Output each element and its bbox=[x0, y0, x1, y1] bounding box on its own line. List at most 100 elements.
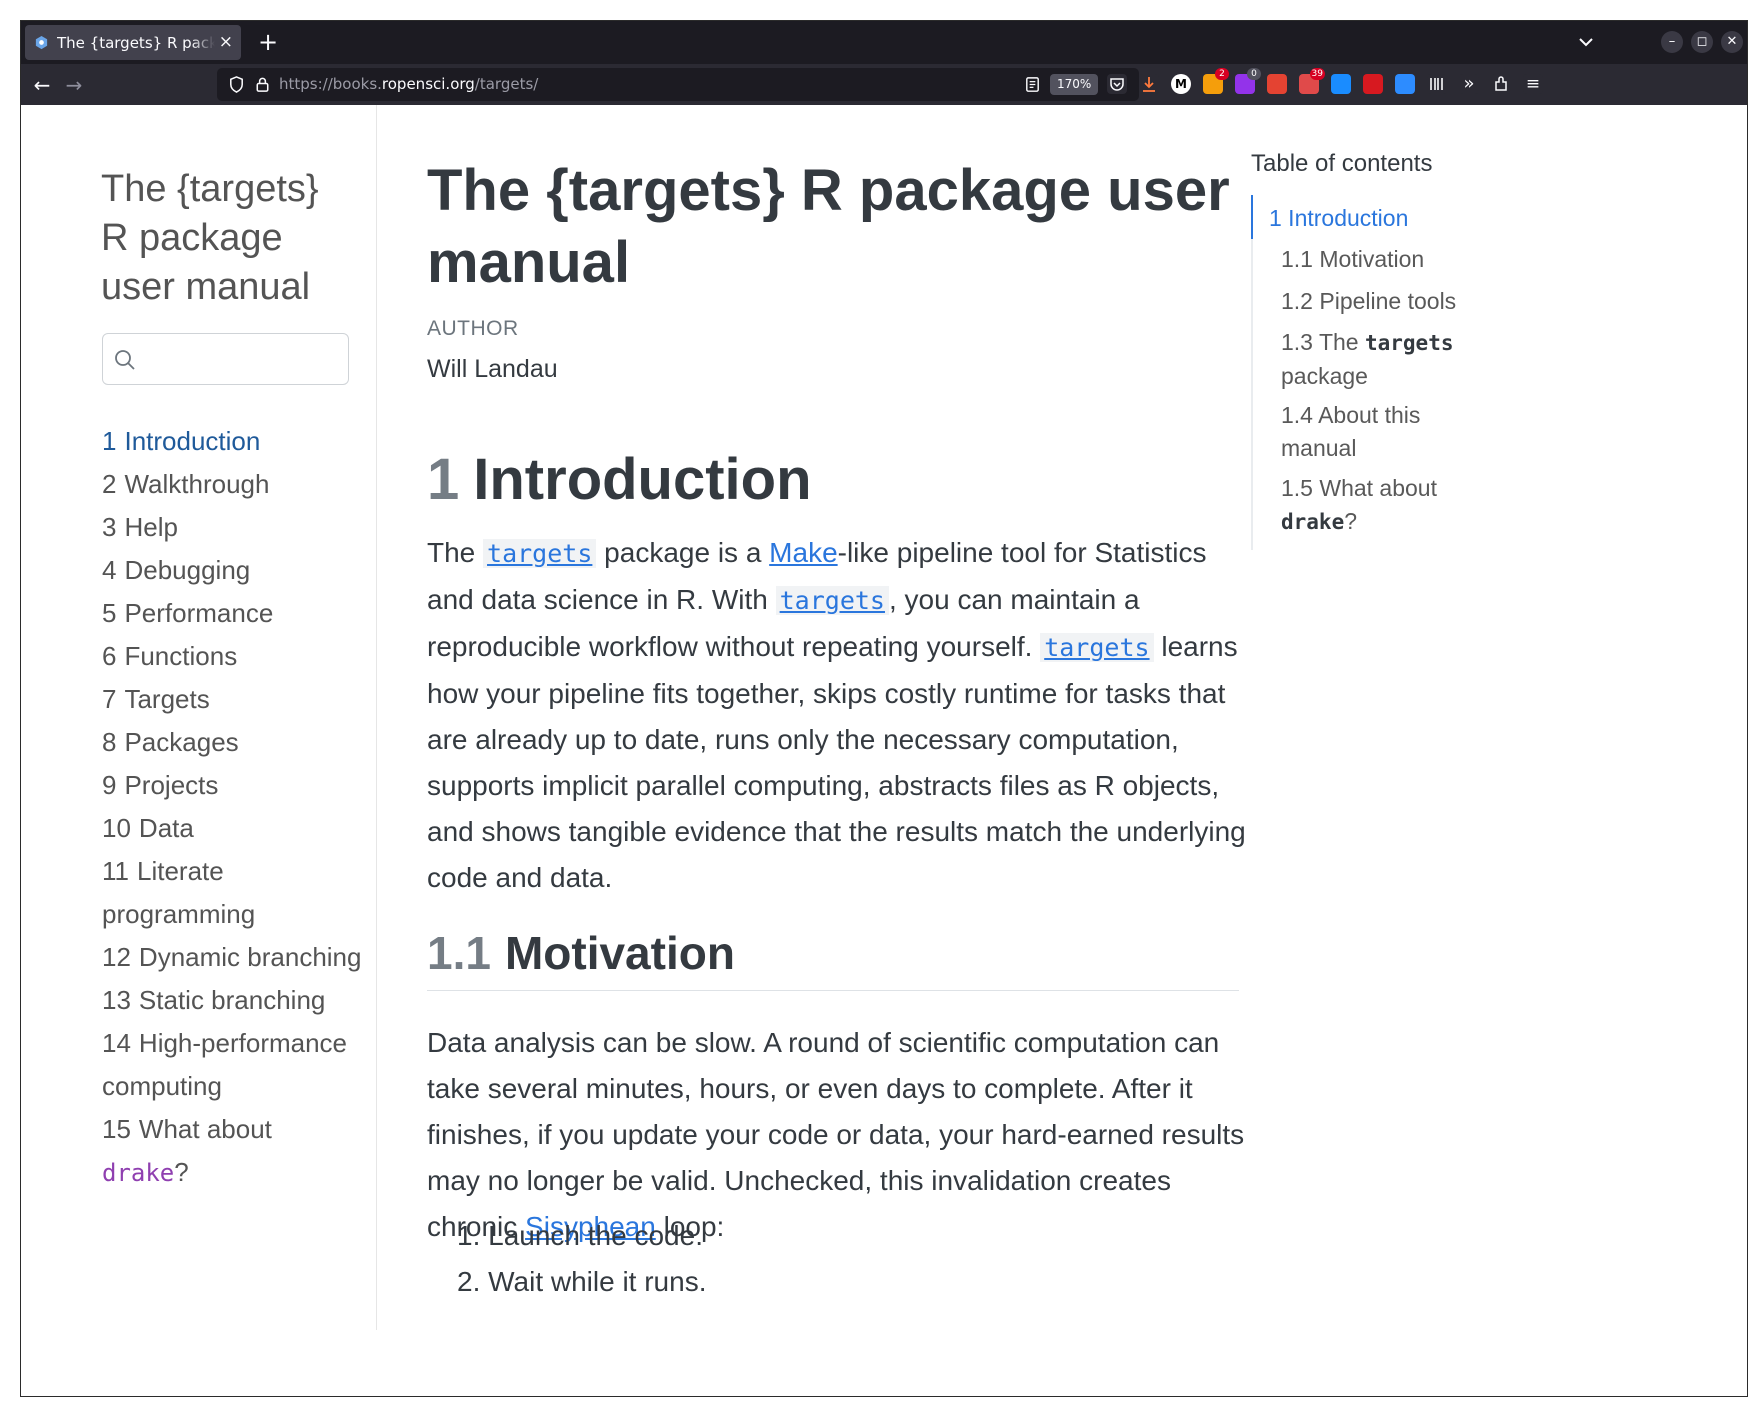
sidebar-item-number: 3 bbox=[102, 512, 117, 542]
sidebar-item-number: 13 bbox=[102, 985, 131, 1015]
section-number: 1.1 bbox=[427, 927, 491, 979]
sidebar-item-1[interactable]: 1 Introduction bbox=[102, 420, 364, 463]
sidebar-item-14[interactable]: 14 High-performance computing bbox=[102, 1022, 364, 1108]
sidebar-item-10[interactable]: 10 Data bbox=[102, 807, 364, 850]
barcode-icon[interactable] bbox=[1427, 74, 1447, 94]
close-window-icon[interactable]: ✕ bbox=[1721, 31, 1743, 53]
toc-item-motivation[interactable]: 1.1 Motivation bbox=[1281, 243, 1424, 276]
sidebar-item-number: 1 bbox=[102, 426, 117, 456]
sidebar-item-label: Debugging bbox=[124, 555, 251, 585]
section-title: Motivation bbox=[504, 927, 735, 979]
author-label: AUTHOR bbox=[427, 317, 519, 340]
toc-item-what-about-drake[interactable]: 1.5 What about drake? bbox=[1281, 472, 1481, 539]
targets-link[interactable]: targets bbox=[775, 586, 889, 615]
toc-item-targets-package[interactable]: 1.3 The targets package bbox=[1281, 326, 1481, 393]
targets-link[interactable]: targets bbox=[1040, 633, 1154, 662]
list-item: 2. Wait while it runs. bbox=[457, 1266, 707, 1297]
heading-divider bbox=[427, 990, 1239, 991]
sidebar-item-label: Functions bbox=[124, 641, 238, 671]
back-button[interactable]: ← bbox=[29, 72, 55, 98]
page-content: The {targets} R package user manual 1 Int… bbox=[21, 105, 1747, 1396]
pocket-icon[interactable] bbox=[1107, 74, 1127, 94]
sidebar-item-number: 10 bbox=[102, 813, 131, 843]
sidebar-item-label: High-performance computing bbox=[102, 1028, 348, 1101]
toc-text: 1.5 What about bbox=[1281, 475, 1437, 501]
forward-button[interactable]: → bbox=[61, 72, 87, 98]
url-text[interactable]: https://books.ropensci.org/targets/ bbox=[279, 75, 538, 93]
tab-list-chevron-icon[interactable] bbox=[1575, 31, 1597, 53]
sidebar-item-code: drake bbox=[102, 1159, 175, 1187]
sidebar-item-6[interactable]: 6 Functions bbox=[102, 635, 364, 678]
new-tab-button[interactable]: + bbox=[253, 27, 283, 57]
zoom-level-badge[interactable]: 170% bbox=[1050, 74, 1099, 95]
section-motivation-heading: 1.1 Motivation bbox=[427, 923, 735, 983]
todoist-icon[interactable] bbox=[1267, 74, 1287, 94]
toc-item-introduction[interactable]: 1 Introduction bbox=[1269, 202, 1408, 235]
toc-item-about-manual[interactable]: 1.4 About this manual bbox=[1281, 399, 1471, 465]
sidebar-item-suffix: ? bbox=[174, 1157, 189, 1187]
toc-rail bbox=[1251, 195, 1253, 550]
sidebar-item-12[interactable]: 12 Dynamic branching bbox=[102, 936, 364, 979]
sidebar-item-label: Walkthrough bbox=[124, 469, 270, 499]
reader-view-icon[interactable] bbox=[1023, 75, 1042, 94]
toc-code: targets bbox=[1364, 331, 1454, 355]
onepassword-icon[interactable] bbox=[1331, 74, 1351, 94]
sidebar-item-9[interactable]: 9 Projects bbox=[102, 764, 364, 807]
author-name: Will Landau bbox=[427, 355, 558, 383]
minimize-icon[interactable]: – bbox=[1661, 31, 1683, 53]
tab-close-icon[interactable]: × bbox=[219, 34, 233, 51]
toc-active-indicator bbox=[1251, 195, 1253, 239]
sidebar-item-label: Introduction bbox=[124, 426, 261, 456]
sidebar-item-number: 12 bbox=[102, 942, 131, 972]
sidebar-item-label: Targets bbox=[124, 684, 210, 714]
menu-icon[interactable]: ≡ bbox=[1523, 74, 1543, 94]
tab-active[interactable]: The {targets} R package user manual × bbox=[25, 25, 241, 60]
text: learns how your pipeline fits together, … bbox=[427, 631, 1246, 893]
nav-bar: ← → https://books.ropensci.org/targets/ … bbox=[21, 64, 1747, 105]
mail-icon[interactable]: 39 bbox=[1299, 68, 1325, 94]
url-bar[interactable]: https://books.ropensci.org/targets/ 170% bbox=[217, 68, 1139, 101]
sidebar-item-8[interactable]: 8 Packages bbox=[102, 721, 364, 764]
medium-icon[interactable]: M bbox=[1171, 74, 1191, 94]
sidebar-item-5[interactable]: 5 Performance bbox=[102, 592, 364, 635]
pdf-icon[interactable] bbox=[1363, 74, 1383, 94]
sidebar-item-number: 11 bbox=[102, 856, 129, 886]
book-title[interactable]: The {targets} R package user manual bbox=[101, 165, 351, 312]
sidebar-item-2[interactable]: 2 Walkthrough bbox=[102, 463, 364, 506]
sidebar: The {targets} R package user manual 1 Int… bbox=[21, 105, 377, 1330]
sidebar-nav: 1 Introduction 2 Walkthrough 3 Help 4 Debugging… bbox=[102, 420, 364, 1195]
sidebar-item-11[interactable]: 11 Literate programming bbox=[102, 850, 364, 936]
zoom-icon[interactable] bbox=[1395, 74, 1415, 94]
download-icon[interactable] bbox=[1139, 74, 1159, 94]
sidebar-item-label: Performance bbox=[124, 598, 274, 628]
sidebar-item-13[interactable]: 13 Static branching bbox=[102, 979, 364, 1022]
overflow-icon[interactable]: » bbox=[1459, 74, 1479, 94]
sidebar-item-number: 4 bbox=[102, 555, 117, 585]
extensions-icon[interactable] bbox=[1491, 74, 1511, 94]
make-link[interactable]: Make bbox=[769, 537, 837, 568]
targets-link[interactable]: targets bbox=[483, 539, 597, 568]
search-icon bbox=[115, 350, 135, 370]
browser-window: The {targets} R package user manual × + … bbox=[20, 20, 1748, 1397]
sidebar-item-number: 14 bbox=[102, 1028, 131, 1058]
url-scheme: https://books. bbox=[279, 75, 382, 93]
sidebar-item-label: Packages bbox=[124, 727, 239, 757]
toc-item-pipeline-tools[interactable]: 1.2 Pipeline tools bbox=[1281, 285, 1456, 318]
search-input[interactable] bbox=[102, 333, 349, 385]
list-item: 1. Launch the code. bbox=[457, 1220, 703, 1251]
sidebar-item-number: 2 bbox=[102, 469, 117, 499]
sidebar-item-7[interactable]: 7 Targets bbox=[102, 678, 364, 721]
favicon-icon bbox=[33, 35, 49, 51]
url-path: /targets/ bbox=[474, 75, 539, 93]
extension-badge: 0 bbox=[1247, 68, 1261, 80]
sidebar-item-15[interactable]: 15 What about drake? bbox=[102, 1108, 364, 1195]
extension-purple-icon[interactable]: 0 bbox=[1235, 68, 1261, 94]
sidebar-item-3[interactable]: 3 Help bbox=[102, 506, 364, 549]
lock-icon[interactable] bbox=[253, 75, 272, 94]
rss-icon[interactable]: 2 bbox=[1203, 68, 1229, 94]
sidebar-item-4[interactable]: 4 Debugging bbox=[102, 549, 364, 592]
maximize-icon[interactable]: ◻ bbox=[1691, 31, 1713, 53]
shield-icon[interactable] bbox=[227, 75, 246, 94]
toc-code: drake bbox=[1281, 510, 1345, 534]
sidebar-item-label: Projects bbox=[124, 770, 219, 800]
